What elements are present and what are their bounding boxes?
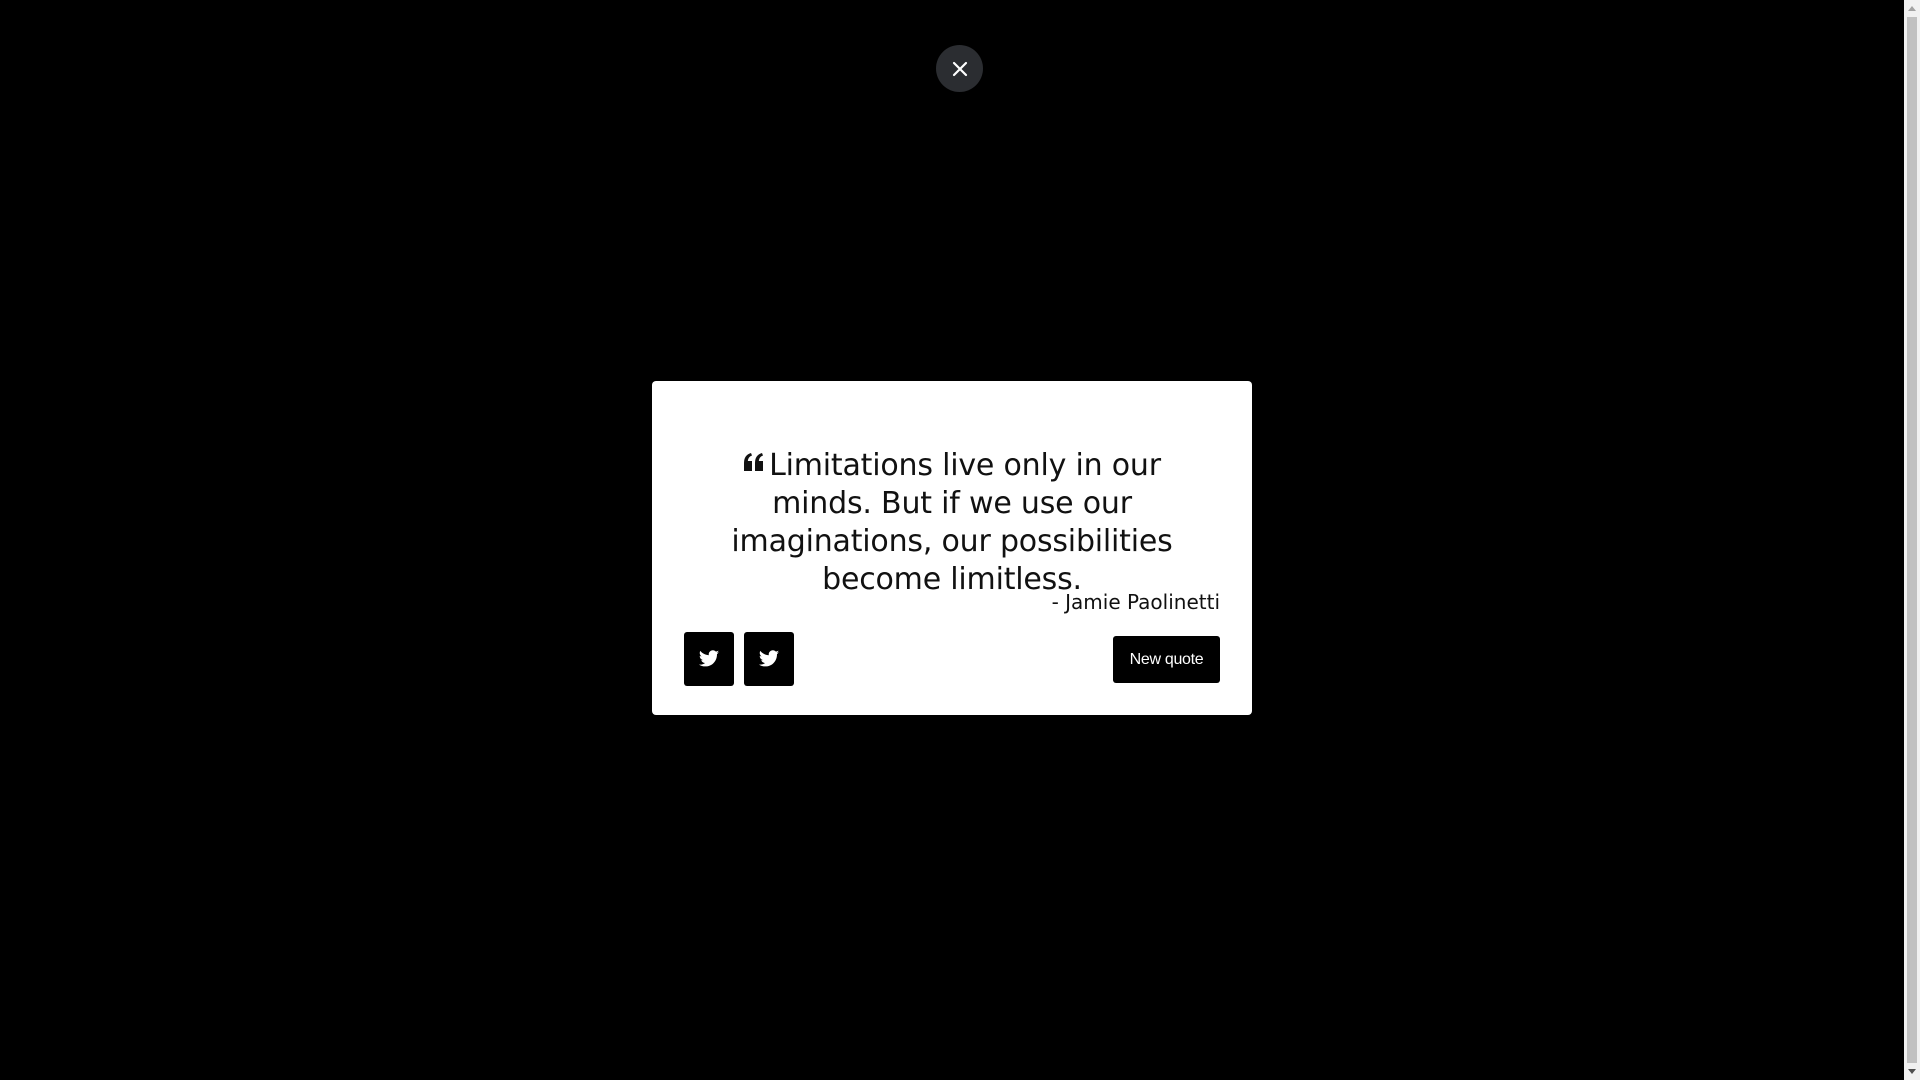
new-quote-button[interactable]: New quote xyxy=(1113,636,1220,683)
actions-row: New quote xyxy=(684,632,1220,686)
quote-text-block: Limitations live only in our minds. But … xyxy=(692,447,1212,599)
scroll-down-arrow-icon[interactable] xyxy=(1904,1063,1920,1080)
quote-author: - Jamie Paolinetti xyxy=(1051,590,1220,614)
tweet-quote-button[interactable] xyxy=(684,632,734,686)
close-icon xyxy=(952,61,967,76)
quote-left-icon xyxy=(743,451,765,473)
scrollbar-thumb[interactable] xyxy=(1907,17,1917,1063)
twitter-icon xyxy=(758,650,780,667)
quote-card: Limitations live only in our minds. But … xyxy=(652,381,1252,715)
page-background: Limitations live only in our minds. But … xyxy=(0,0,1920,1080)
vertical-scrollbar[interactable] xyxy=(1904,0,1920,1080)
tumblr-share-button[interactable] xyxy=(744,632,794,686)
twitter-icon xyxy=(698,650,720,667)
close-button[interactable] xyxy=(936,45,983,92)
quote-text: Limitations live only in our minds. But … xyxy=(731,448,1173,597)
scroll-up-arrow-icon[interactable] xyxy=(1904,0,1920,17)
